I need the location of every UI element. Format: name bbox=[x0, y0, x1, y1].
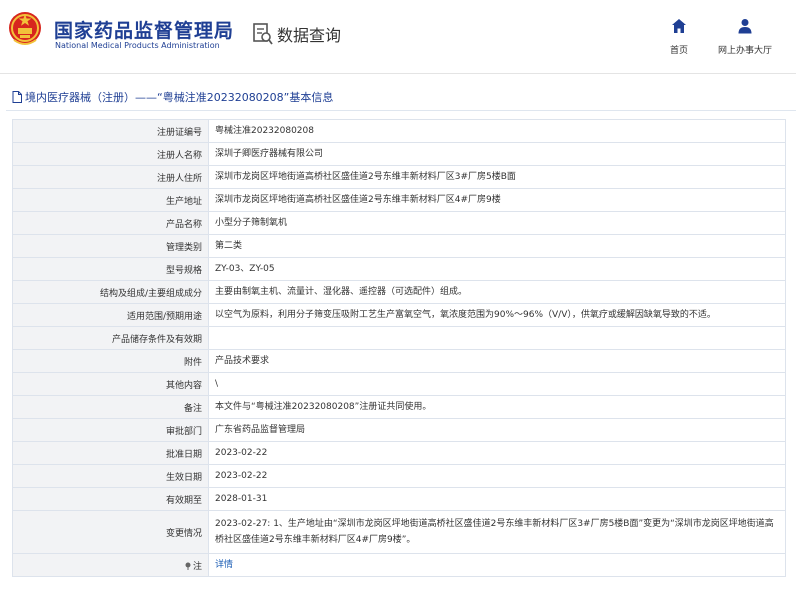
row-value: 产品技术要求 bbox=[208, 349, 786, 373]
national-emblem-icon bbox=[9, 12, 41, 45]
header-divider bbox=[0, 73, 796, 74]
row-label: 型号规格 bbox=[12, 257, 209, 281]
row-value: 主要由制氧主机、流量计、湿化器、遥控器（可选配件）组成。 bbox=[208, 280, 786, 304]
table-row: 型号规格 ZY-03、ZY-05 bbox=[12, 257, 786, 281]
row-label: 其他内容 bbox=[12, 372, 209, 396]
row-label: 附件 bbox=[12, 349, 209, 373]
row-value: 2023-02-22 bbox=[208, 441, 786, 465]
table-row: 产品名称 小型分子筛制氧机 bbox=[12, 211, 786, 235]
row-label: 结构及组成/主要组成成分 bbox=[12, 280, 209, 304]
brand-name-en[interactable]: National Medical Products Administration bbox=[55, 41, 220, 50]
row-label: 管理类别 bbox=[12, 234, 209, 258]
table-row: 管理类别 第二类 bbox=[12, 234, 786, 258]
row-label: 变更情况 bbox=[12, 510, 209, 554]
data-query-link[interactable]: 数据查询 bbox=[252, 22, 341, 46]
table-row: 注册证编号 粤械注准20232080208 bbox=[12, 119, 786, 143]
home-icon bbox=[672, 19, 686, 33]
table-row: 注册人住所 深圳市龙岗区坪地街道高桥社区盛佳道2号东维丰新材料厂区3#厂房5楼B… bbox=[12, 165, 786, 189]
brand-name-cn[interactable]: 国家药品监督管理局 bbox=[54, 16, 234, 43]
page-title: 境内医疗器械（注册）——“粤械注准20232080208”基本信息 bbox=[25, 91, 334, 104]
row-label: 产品储存条件及有效期 bbox=[12, 326, 209, 350]
row-label: 审批部门 bbox=[12, 418, 209, 442]
note-label: 注 bbox=[192, 561, 202, 572]
row-label: 批准日期 bbox=[12, 441, 209, 465]
row-label: 生产地址 bbox=[12, 188, 209, 212]
row-label: 有效期至 bbox=[12, 487, 209, 511]
row-value: 本文件与“粤械注准20232080208”注册证共同使用。 bbox=[208, 395, 786, 419]
row-label: 产品名称 bbox=[12, 211, 209, 235]
row-value: 2023-02-22 bbox=[208, 464, 786, 488]
row-label: 适用范围/预期用途 bbox=[12, 303, 209, 327]
row-value: \ bbox=[208, 372, 786, 396]
row-value: 小型分子筛制氧机 bbox=[208, 211, 786, 235]
nav-home-label: 首页 bbox=[669, 46, 688, 56]
registration-info-table: 注册证编号 粤械注准20232080208 注册人名称 深圳子卿医疗器械有限公司… bbox=[12, 119, 786, 577]
row-label-note: 注 bbox=[12, 553, 209, 577]
row-label: 备注 bbox=[12, 395, 209, 419]
row-value: 广东省药品监督管理局 bbox=[208, 418, 786, 442]
row-value: 深圳市龙岗区坪地街道高桥社区盛佳道2号东维丰新材料厂区4#厂房9楼 bbox=[208, 188, 786, 212]
row-value: 深圳子卿医疗器械有限公司 bbox=[208, 142, 786, 166]
table-row: 适用范围/预期用途 以空气为原料，利用分子筛变压吸附工艺生产富氧空气，氧浓度范围… bbox=[12, 303, 786, 327]
nav-online-service-hall[interactable]: 网上办事大厅 bbox=[710, 18, 780, 57]
data-query-label: 数据查询 bbox=[277, 26, 342, 45]
table-row: 产品储存条件及有效期 bbox=[12, 326, 786, 350]
row-label: 注册人名称 bbox=[12, 142, 209, 166]
table-row: 有效期至 2028-01-31 bbox=[12, 487, 786, 511]
table-row: 其他内容 \ bbox=[12, 372, 786, 396]
table-row: 注 详情 bbox=[12, 553, 786, 577]
detail-title-bar: 境内医疗器械（注册）——“粤械注准20232080208”基本信息 bbox=[6, 84, 796, 111]
row-value: 以空气为原料，利用分子筛变压吸附工艺生产富氧空气，氧浓度范围为90%～96%（V… bbox=[208, 303, 786, 327]
row-value: 第二类 bbox=[208, 234, 786, 258]
row-label: 注册人住所 bbox=[12, 165, 209, 189]
table-row: 结构及组成/主要组成成分 主要由制氧主机、流量计、湿化器、遥控器（可选配件）组成… bbox=[12, 280, 786, 304]
row-value bbox=[208, 326, 786, 350]
table-row: 批准日期 2023-02-22 bbox=[12, 441, 786, 465]
details-link[interactable]: 详情 bbox=[215, 560, 233, 570]
document-icon bbox=[12, 91, 22, 103]
nav-home[interactable]: 首页 bbox=[644, 18, 714, 57]
table-row: 备注 本文件与“粤械注准20232080208”注册证共同使用。 bbox=[12, 395, 786, 419]
table-row: 注册人名称 深圳子卿医疗器械有限公司 bbox=[12, 142, 786, 166]
nav-online-service-hall-label: 网上办事大厅 bbox=[717, 46, 772, 56]
row-value: 2023-02-27: 1、生产地址由“深圳市龙岗区坪地街道高桥社区盛佳道2号东… bbox=[208, 510, 786, 554]
table-row: 变更情况 2023-02-27: 1、生产地址由“深圳市龙岗区坪地街道高桥社区盛… bbox=[12, 510, 786, 554]
table-row: 审批部门 广东省药品监督管理局 bbox=[12, 418, 786, 442]
row-value: 深圳市龙岗区坪地街道高桥社区盛佳道2号东维丰新材料厂区3#厂房5楼B面 bbox=[208, 165, 786, 189]
row-label: 生效日期 bbox=[12, 464, 209, 488]
table-row: 生效日期 2023-02-22 bbox=[12, 464, 786, 488]
row-label: 注册证编号 bbox=[12, 119, 209, 143]
row-value-details: 详情 bbox=[208, 553, 786, 577]
row-value: 粤械注准20232080208 bbox=[208, 119, 786, 143]
user-icon bbox=[738, 19, 752, 34]
pin-icon bbox=[185, 562, 191, 570]
row-value: 2028-01-31 bbox=[208, 487, 786, 511]
table-row: 附件 产品技术要求 bbox=[12, 349, 786, 373]
search-document-icon bbox=[253, 23, 273, 45]
table-row: 生产地址 深圳市龙岗区坪地街道高桥社区盛佳道2号东维丰新材料厂区4#厂房9楼 bbox=[12, 188, 786, 212]
row-value: ZY-03、ZY-05 bbox=[208, 257, 786, 281]
site-header: 国家药品监督管理局 National Medical Products Admi… bbox=[0, 0, 796, 68]
